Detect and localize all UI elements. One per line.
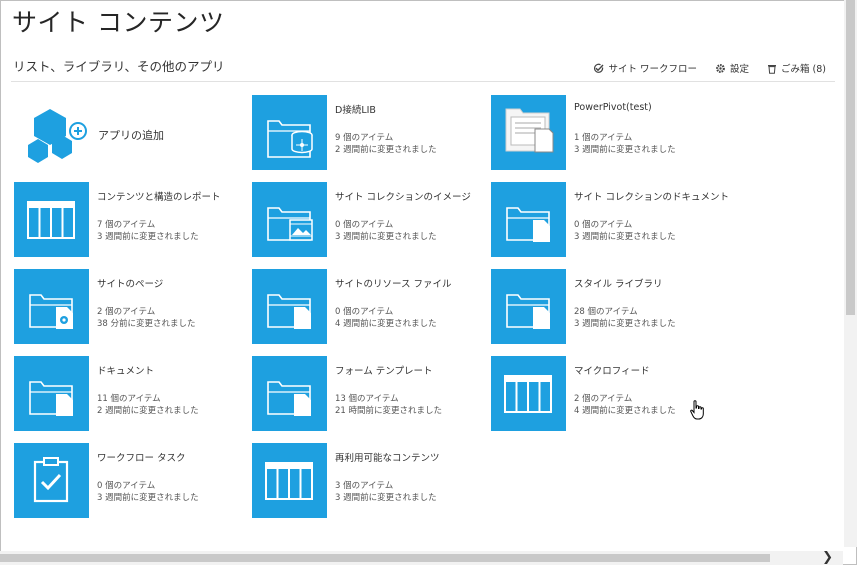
app-tile-content-structure-report[interactable]: コンテンツと構造のレポート 7 個のアイテム 3 週間前に変更されました (14, 182, 234, 258)
horizontal-scrollbar-thumb[interactable] (0, 554, 770, 562)
app-tile-site-collection-images[interactable]: サイト コレクションのイメージ 0 個のアイテム 3 週間前に変更されました (252, 182, 472, 258)
app-tile-count: 9 個のアイテム (335, 133, 394, 143)
app-tile-name[interactable]: サイトのリソース ファイル (335, 276, 452, 290)
app-tile-form-templates[interactable]: フォーム テンプレート 13 個のアイテム 21 時間前に変更されました (252, 356, 472, 432)
app-tile-name[interactable]: マイクロフィード (574, 363, 650, 377)
app-tile-reusable-content[interactable]: 再利用可能なコンテンツ 3 個のアイテム 3 週間前に変更されました (252, 443, 472, 519)
app-tile-name[interactable]: PowerPivot(test) (574, 102, 652, 113)
document-library-icon (252, 269, 327, 344)
app-tile-name[interactable]: ドキュメント (97, 363, 154, 377)
add-app-label: アプリの追加 (98, 129, 164, 142)
site-workflow-link[interactable]: サイト ワークフロー (593, 61, 697, 75)
vertical-scrollbar-thumb[interactable] (846, 0, 855, 315)
app-tile-modified: 38 分前に変更されました (97, 319, 196, 329)
app-tile-name[interactable]: サイト コレクションのイメージ (335, 189, 471, 203)
task-list-icon (14, 443, 89, 518)
app-tile-modified: 3 週間前に変更されました (335, 493, 437, 503)
app-tile-count: 0 個のアイテム (574, 220, 633, 230)
hand-cursor-icon (690, 400, 704, 424)
app-tile-modified: 4 週間前に変更されました (335, 319, 437, 329)
section-heading: リスト、ライブラリ、その他のアプリ (13, 59, 225, 74)
app-tile-name[interactable]: サイトのページ (97, 276, 163, 290)
list-icon (14, 182, 89, 257)
list-icon (491, 356, 566, 431)
app-tile-powerpivot[interactable]: PowerPivot(test) 1 個のアイテム 3 週間前に変更されました (491, 95, 711, 171)
app-tile-count: 11 個のアイテム (97, 394, 161, 404)
app-tile-count: 0 個のアイテム (335, 220, 394, 230)
app-tile-modified: 3 週間前に変更されました (97, 493, 199, 503)
add-app-tile[interactable]: アプリの追加 (18, 104, 238, 174)
app-tile-name[interactable]: コンテンツと構造のレポート (97, 189, 221, 203)
checkmark-circle-icon (593, 63, 604, 74)
app-tile-site-collection-documents[interactable]: サイト コレクションのドキュメント 0 個のアイテム 3 週間前に変更されました (491, 182, 729, 258)
toolbar: サイト ワークフロー 設定 ごみ箱 (8) (593, 61, 826, 75)
app-tile-name[interactable]: サイト コレクションのドキュメント (574, 189, 729, 203)
app-tile-name[interactable]: ワークフロー タスク (97, 450, 186, 464)
app-tile-modified: 3 週間前に変更されました (574, 319, 676, 329)
trash-icon (767, 63, 777, 74)
app-tile-count: 1 個のアイテム (574, 133, 633, 143)
powerpivot-library-icon (491, 95, 566, 170)
chevron-right-icon[interactable]: ❯ (822, 550, 833, 565)
app-tile-name[interactable]: 再利用可能なコンテンツ (335, 450, 440, 464)
app-tile-count: 7 個のアイテム (97, 220, 156, 230)
app-tile-modified: 3 週間前に変更されました (335, 232, 437, 242)
app-tile-site-pages[interactable]: サイトのページ 2 個のアイテム 38 分前に変更されました (14, 269, 234, 345)
image-library-icon (252, 182, 327, 257)
app-tile-modified: 21 時間前に変更されました (335, 406, 443, 416)
app-tile-count: 13 個のアイテム (335, 394, 399, 404)
recycle-bin-label: ごみ箱 (8) (781, 64, 826, 75)
recycle-bin-link[interactable]: ごみ箱 (8) (767, 61, 826, 75)
divider (11, 81, 835, 82)
app-tile-count: 28 個のアイテム (574, 307, 638, 317)
app-tile-name[interactable]: D接続LIB (335, 102, 376, 116)
app-tile-d-connection-lib[interactable]: D接続LIB 9 個のアイテム 2 週間前に変更されました (252, 95, 472, 171)
page-title: サイト コンテンツ (12, 8, 225, 37)
app-tile-name[interactable]: スタイル ライブラリ (574, 276, 663, 290)
app-tile-workflow-tasks[interactable]: ワークフロー タスク 0 個のアイテム 3 週間前に変更されました (14, 443, 234, 519)
app-tile-name[interactable]: フォーム テンプレート (335, 363, 432, 377)
app-tile-documents[interactable]: ドキュメント 11 個のアイテム 2 週間前に変更されました (14, 356, 234, 432)
site-workflow-label: サイト ワークフロー (608, 64, 697, 75)
app-tile-count: 3 個のアイテム (335, 481, 394, 491)
app-tile-count: 2 個のアイテム (574, 394, 633, 404)
document-library-icon (252, 356, 327, 431)
app-tile-modified: 3 週間前に変更されました (97, 232, 199, 242)
app-tile-site-resource-files[interactable]: サイトのリソース ファイル 0 個のアイテム 4 週間前に変更されました (252, 269, 472, 345)
settings-link[interactable]: 設定 (715, 61, 749, 75)
app-tile-count: 2 個のアイテム (97, 307, 156, 317)
database-library-icon (252, 95, 327, 170)
gear-icon (715, 63, 726, 74)
document-library-icon (491, 182, 566, 257)
app-tile-count: 0 個のアイテム (97, 481, 156, 491)
app-tile-count: 0 個のアイテム (335, 307, 394, 317)
horizontal-scrollbar[interactable]: ❯ (0, 550, 843, 565)
settings-label: 設定 (730, 64, 750, 75)
app-tile-style-library[interactable]: スタイル ライブラリ 28 個のアイテム 3 週間前に変更されました (491, 269, 711, 345)
list-icon (252, 443, 327, 518)
wiki-library-icon (14, 269, 89, 344)
app-tile-modified: 2 週間前に変更されました (335, 145, 437, 155)
app-tile-modified: 3 週間前に変更されました (574, 145, 676, 155)
document-library-icon (491, 269, 566, 344)
vertical-scrollbar[interactable] (844, 0, 857, 547)
app-tile-modified: 4 週間前に変更されました (574, 406, 676, 416)
document-library-icon (14, 356, 89, 431)
app-tile-microfeed[interactable]: マイクロフィード 2 個のアイテム 4 週間前に変更されました (491, 356, 711, 432)
app-tile-modified: 3 週間前に変更されました (574, 232, 676, 242)
app-tile-modified: 2 週間前に変更されました (97, 406, 199, 416)
